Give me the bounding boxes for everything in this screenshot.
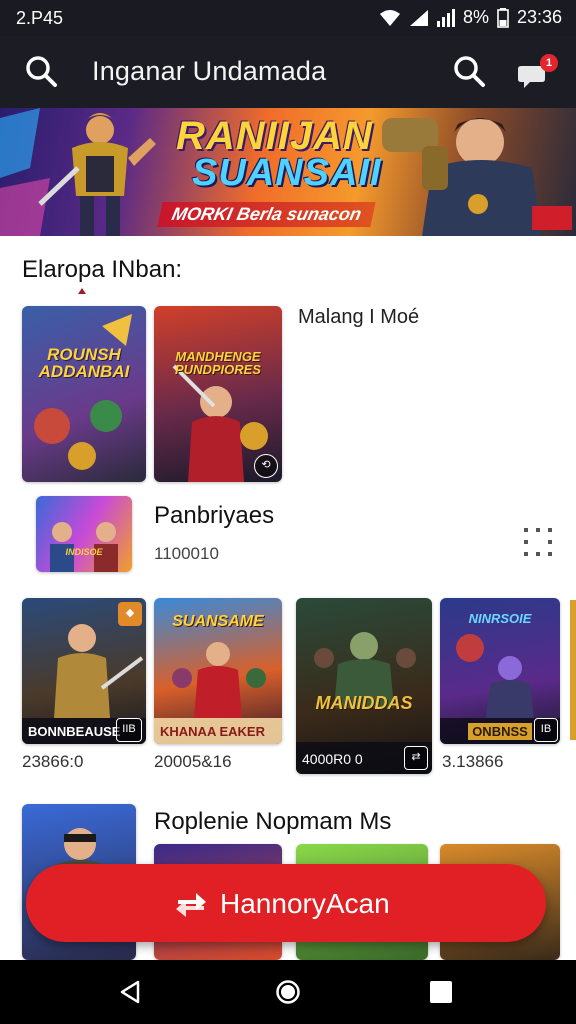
card-title: MANDHENGE PUNDPIORES (175, 349, 261, 377)
multiplayer-badge-icon: ⇄ (404, 746, 428, 770)
signal-icon (409, 9, 428, 26)
card-chip: IIB (116, 718, 142, 742)
featured-title: Panbriyaes (154, 502, 275, 529)
swap-arrows-icon (176, 893, 206, 917)
hero-banner[interactable]: RANIIJAN SUANSAII MORKI Berla sunacon (0, 108, 576, 236)
grid-view-icon[interactable] (524, 528, 552, 556)
game-card[interactable]: ◆ BONNBEAUSE IIB (22, 598, 146, 744)
card-title: SUANSAME (172, 613, 264, 630)
multiplayer-badge-icon: ⟲ (254, 454, 278, 478)
game-card[interactable]: SUANSAME KHANAA EAKER (154, 598, 282, 744)
card-chip: IB (534, 718, 558, 742)
thumb-title: INDISOE (65, 547, 103, 557)
app-title: Inganar Undamada (92, 56, 327, 86)
card-value: 20005&16 (154, 752, 232, 771)
back-icon[interactable] (118, 980, 142, 1004)
search-button-icon[interactable] (452, 54, 486, 88)
primary-action-button[interactable]: HannoryAcan (26, 864, 546, 942)
cell-bars-icon (436, 8, 455, 27)
hero-right-character (382, 118, 572, 236)
badge-icon: ◆ (118, 602, 142, 626)
hero-left-character (0, 108, 156, 236)
card-title: MANIDDAS (315, 693, 413, 713)
card-value: 3.13866 (442, 752, 504, 771)
card-title: NINRSOIE (468, 611, 532, 626)
featured-value: 1100010 (154, 544, 219, 563)
hero-title-line2: SUANSAII (192, 152, 382, 194)
caret-indicator (78, 288, 86, 294)
hero-tagline: MORKI Berla sunacon (157, 202, 376, 227)
status-icons: 8% 23:36 (379, 7, 562, 28)
game-card[interactable]: MANIDDAS 4000R0 0 ⇄ (296, 598, 432, 774)
game-card[interactable]: MANDHENGE PUNDPIORES ⟲ (154, 306, 282, 482)
system-nav-bar (0, 960, 576, 1024)
notification-badge: 1 (540, 54, 558, 72)
primary-action-label: HannoryAcan (220, 888, 390, 919)
status-time-right: 23:36 (516, 7, 562, 27)
side-label: Malang I Moé (298, 306, 420, 328)
game-card[interactable]: NINRSOIE ONBNSS IB (440, 598, 560, 744)
card-footer: KHANAA EAKER (154, 718, 282, 744)
battery-text: 8% (462, 7, 489, 27)
search-icon[interactable] (24, 54, 58, 88)
recents-icon[interactable] (430, 981, 452, 1003)
battery-icon (497, 7, 509, 28)
section-title-1: Elaropa INban: (22, 256, 183, 283)
card-title: ROUNSH ADDANBAI (38, 345, 130, 381)
featured-thumbnail[interactable]: INDISOE (36, 496, 132, 572)
status-time-left: 2.P45 (16, 8, 64, 28)
wifi-icon (379, 9, 400, 26)
section-title-2: Roplenie Nopmam Ms (154, 808, 392, 835)
game-card[interactable]: ROUNSH ADDANBAI (22, 306, 146, 482)
home-icon[interactable] (275, 979, 301, 1005)
app-bar: Inganar Undamada 1 (0, 36, 576, 108)
card-art (34, 314, 132, 470)
thumb-art (50, 522, 118, 572)
card-value: 23866:0 (22, 752, 84, 771)
status-bar: 2.P45 8% 23:36 (0, 0, 576, 36)
messages-button[interactable]: 1 (516, 54, 560, 94)
peek-card-edge (570, 600, 576, 740)
